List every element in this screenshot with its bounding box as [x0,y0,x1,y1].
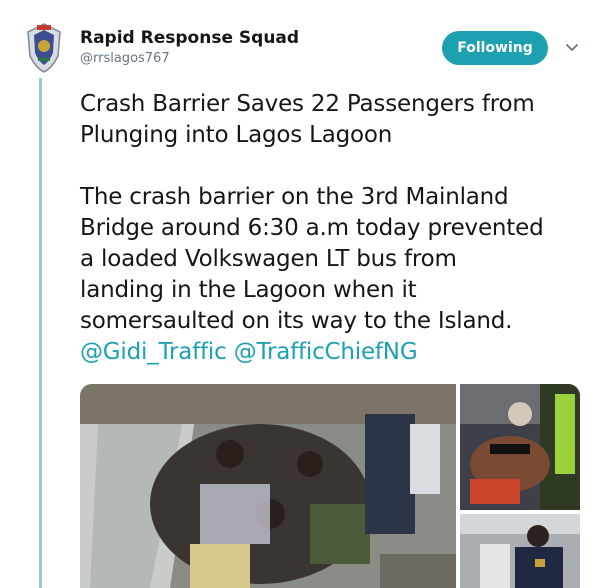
tweet-body-line: a loaded Volkswagen LT bus from [80,246,457,272]
tweet-media-grid [80,384,580,588]
tweet-body-line: somersaulted on its way to the Island. [80,308,513,334]
police-badge-icon [27,23,61,73]
tweet-text: Crash Barrier Saves 22 Passengers from P… [80,89,595,368]
account-name[interactable]: Rapid Response Squad [80,28,299,48]
tweet-menu-button[interactable] [564,40,580,56]
tweet-body-line: landing in the Lagoon when it [80,277,417,303]
mention-link[interactable]: @Gidi_Traffic [80,339,227,365]
tweet-photo-secondary[interactable] [460,384,580,510]
thread-line [39,78,42,588]
tweet-body-line: The crash barrier on the 3rd Mainland [80,184,509,210]
account-handle[interactable]: @rrslagos767 [80,51,170,66]
tweet-body-line: Bridge around 6:30 a.m today prevented [80,215,544,241]
tweet-photo-tertiary[interactable] [460,514,580,588]
following-button[interactable]: Following [442,31,548,65]
chevron-down-icon [566,44,578,51]
tweet-mentions: @Gidi_Traffic @TrafficChiefNG [80,337,595,368]
mention-link[interactable]: @TrafficChiefNG [234,339,418,365]
tweet-photo-main[interactable] [80,384,456,588]
tweet-headline-line: Plunging into Lagos Lagoon [80,122,393,148]
avatar[interactable] [24,22,64,74]
tweet-headline-line: Crash Barrier Saves 22 Passengers from [80,91,535,117]
